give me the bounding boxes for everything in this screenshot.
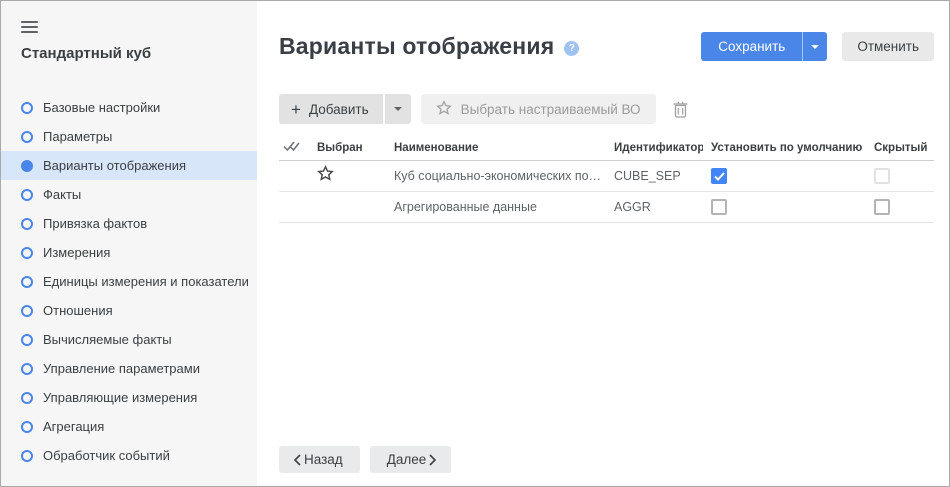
- sidebar-item-label: Привязка фактов: [43, 216, 148, 231]
- trash-icon: [673, 101, 688, 118]
- table-header-row: Выбран Наименование Идентификатор Устано…: [279, 135, 934, 161]
- column-header-name[interactable]: Наименование: [386, 142, 606, 154]
- column-header-selected[interactable]: Выбран: [309, 142, 386, 154]
- selected-star-icon[interactable]: [317, 165, 334, 182]
- row-identifier: AGGR: [614, 200, 651, 214]
- step-circle-icon: [21, 275, 33, 288]
- default-checkbox[interactable]: [711, 199, 727, 215]
- step-circle-icon: [21, 217, 33, 230]
- sidebar-item-facts[interactable]: Факты: [1, 180, 257, 209]
- row-identifier: CUBE_SEP: [614, 169, 681, 183]
- sidebar-item-fact-binding[interactable]: Привязка фактов: [1, 209, 257, 238]
- back-button-label: Назад: [304, 452, 343, 467]
- chevron-down-icon: [393, 107, 402, 111]
- sidebar-item-label: Управление параметрами: [43, 361, 200, 376]
- sidebar-item-label: Базовые настройки: [43, 100, 161, 115]
- wizard-steps: Базовые настройки Параметры Варианты ото…: [1, 93, 257, 470]
- save-dropdown-button[interactable]: [802, 32, 828, 61]
- main-panel: Варианты отображения ? Сохранить Отменит…: [257, 1, 949, 486]
- delete-button[interactable]: [673, 101, 688, 118]
- add-dropdown-button[interactable]: [384, 94, 411, 124]
- sidebar-item-label: Измерения: [43, 245, 111, 260]
- help-icon[interactable]: ?: [564, 40, 580, 56]
- wizard-sidebar: Стандартный куб Базовые настройки Параме…: [1, 1, 257, 486]
- add-split-button: + Добавить: [279, 94, 411, 124]
- sidebar-item-label: Варианты отображения: [43, 158, 187, 173]
- row-default-cell: [703, 199, 866, 215]
- chevron-down-icon: [811, 44, 820, 49]
- row-selected-cell: [309, 165, 386, 187]
- step-circle-icon: [21, 159, 33, 172]
- step-circle-icon: [21, 362, 33, 375]
- sidebar-item-label: Параметры: [43, 129, 113, 144]
- plus-icon: +: [291, 99, 301, 119]
- page-title: Варианты отображения: [279, 33, 555, 59]
- back-button[interactable]: Назад: [279, 446, 360, 473]
- wizard-footer-nav: Назад Далее: [279, 446, 452, 473]
- step-circle-icon: [21, 101, 33, 114]
- row-hidden-cell: [866, 199, 934, 215]
- double-check-icon: [283, 141, 300, 152]
- default-checkbox[interactable]: [711, 168, 727, 184]
- step-circle-icon: [21, 333, 33, 346]
- add-button-label: Добавить: [308, 101, 369, 117]
- column-header-default[interactable]: Установить по умолчанию: [703, 142, 866, 154]
- save-split-button: Сохранить: [701, 32, 828, 61]
- step-circle-icon: [21, 246, 33, 259]
- hidden-checkbox[interactable]: [874, 199, 890, 215]
- save-button[interactable]: Сохранить: [701, 32, 803, 61]
- display-options-table: Выбран Наименование Идентификатор Устано…: [279, 135, 934, 223]
- hidden-checkbox: [874, 168, 890, 184]
- sidebar-item-aggregation[interactable]: Агрегация: [1, 412, 257, 441]
- sidebar-item-label: Обработчик событий: [43, 448, 170, 463]
- table-row[interactable]: Агрегированные данные AGGR: [279, 192, 934, 223]
- row-name: Куб социально-экономических показат...: [394, 169, 606, 183]
- step-circle-icon: [21, 130, 33, 143]
- row-name: Агрегированные данные: [394, 200, 537, 214]
- cancel-button[interactable]: Отменить: [842, 32, 934, 61]
- menu-icon[interactable]: [21, 21, 39, 33]
- step-circle-icon: [21, 391, 33, 404]
- select-custom-vo-label: Выбрать настраиваемый ВО: [460, 101, 641, 117]
- app-window: Стандартный куб Базовые настройки Параме…: [0, 0, 950, 487]
- table-row[interactable]: Куб социально-экономических показат... C…: [279, 161, 934, 192]
- next-button-label: Далее: [386, 452, 427, 467]
- sidebar-item-units-indicators[interactable]: Единицы измерения и показатели: [1, 267, 257, 296]
- select-all-cell[interactable]: [279, 140, 309, 155]
- sidebar-item-label: Отношения: [43, 303, 113, 318]
- header-actions: Сохранить Отменить: [701, 32, 934, 61]
- next-button[interactable]: Далее: [369, 446, 452, 473]
- sidebar-item-label: Агрегация: [43, 419, 105, 434]
- sidebar-item-label: Вычисляемые факты: [43, 332, 172, 347]
- sidebar-item-relations[interactable]: Отношения: [1, 296, 257, 325]
- cube-title: Стандартный куб: [21, 45, 152, 62]
- sidebar-item-control-dimensions[interactable]: Управляющие измерения: [1, 383, 257, 412]
- chevron-right-icon: [429, 453, 437, 466]
- sidebar-item-event-handler[interactable]: Обработчик событий: [1, 441, 257, 470]
- row-hidden-cell: [866, 168, 934, 184]
- sidebar-item-basic-settings[interactable]: Базовые настройки: [1, 93, 257, 122]
- sidebar-item-calculated-facts[interactable]: Вычисляемые факты: [1, 325, 257, 354]
- select-custom-vo-button[interactable]: Выбрать настраиваемый ВО: [420, 94, 656, 124]
- column-header-identifier[interactable]: Идентификатор: [606, 142, 703, 154]
- sidebar-item-parameters[interactable]: Параметры: [1, 122, 257, 151]
- star-icon: [435, 99, 452, 119]
- sidebar-item-label: Факты: [43, 187, 82, 202]
- row-default-cell: [703, 168, 866, 184]
- chevron-left-icon: [293, 453, 301, 466]
- step-circle-icon: [21, 449, 33, 462]
- column-header-hidden[interactable]: Скрытый: [866, 142, 934, 154]
- step-circle-icon: [21, 420, 33, 433]
- sidebar-item-label: Управляющие измерения: [43, 390, 198, 405]
- sidebar-item-label: Единицы измерения и показатели: [43, 274, 249, 289]
- step-circle-icon: [21, 188, 33, 201]
- page-header: Варианты отображения ? Сохранить Отменит…: [279, 32, 934, 61]
- sidebar-item-display-options[interactable]: Варианты отображения: [1, 151, 257, 180]
- step-circle-icon: [21, 304, 33, 317]
- sidebar-item-dimensions[interactable]: Измерения: [1, 238, 257, 267]
- sidebar-item-parameter-management[interactable]: Управление параметрами: [1, 354, 257, 383]
- toolbar: + Добавить Выбрать настраиваемый ВО: [279, 94, 934, 124]
- add-button[interactable]: + Добавить: [279, 94, 383, 124]
